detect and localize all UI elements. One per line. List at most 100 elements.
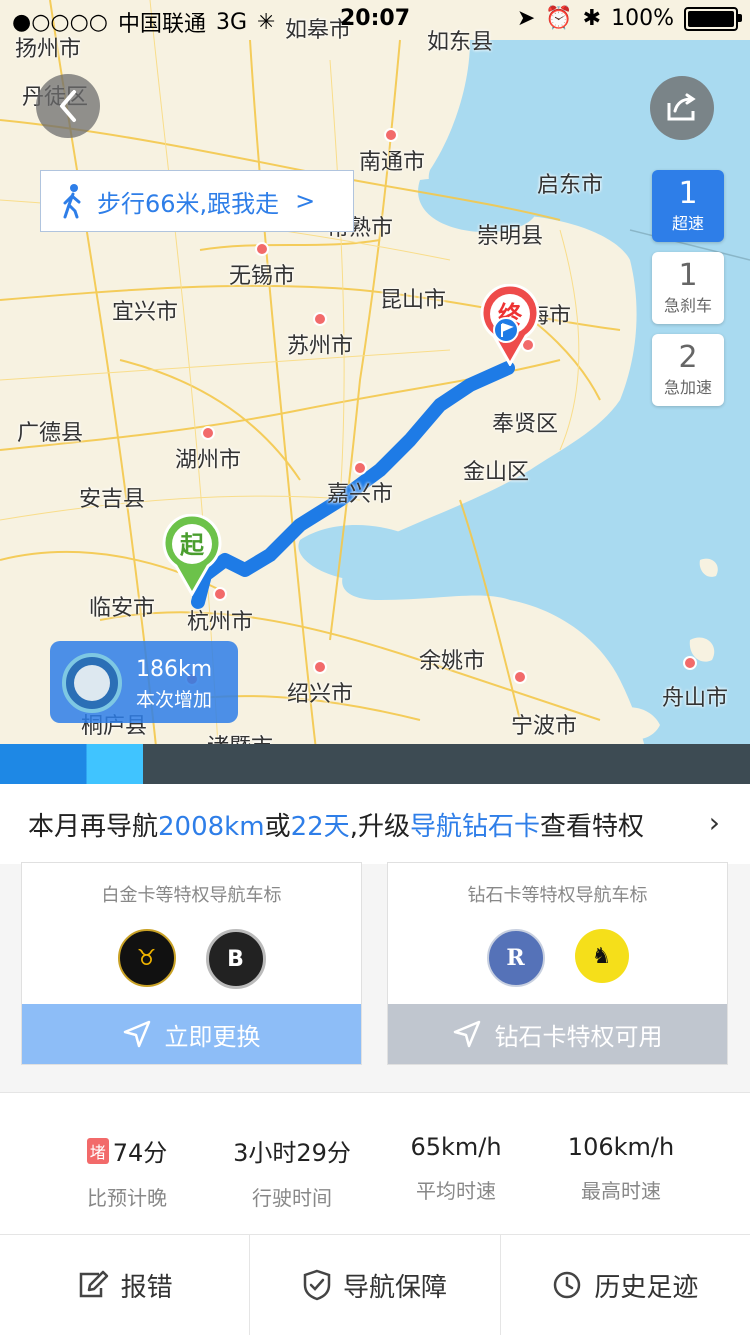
diamond-card: 钻石卡等特权导航车标 R ♞ 钻石卡特权可用	[387, 862, 728, 1065]
delay-value: 74分	[112, 1139, 168, 1167]
upgrade-suffix: 查看特权	[539, 812, 644, 842]
city-dot	[313, 312, 327, 326]
city-label: 南通市	[358, 150, 426, 175]
edit-icon	[79, 1270, 108, 1298]
city-label: 昆山市	[379, 288, 447, 313]
city-dot	[353, 461, 367, 475]
city-label: 启东市	[536, 173, 604, 198]
chevron-right-icon: ›	[708, 806, 720, 839]
bull-logo-icon[interactable]: ♉	[117, 929, 176, 987]
city-dot	[683, 656, 697, 670]
traffic-jam-badge: 堵	[86, 1138, 109, 1164]
bottom-action-bar: 报错 导航保障 历史足迹	[0, 1234, 750, 1335]
drive-time-value: 3小时29分	[233, 1139, 351, 1167]
avg-speed-value: 65km/h	[410, 1133, 502, 1161]
start-marker[interactable]: 起	[162, 514, 222, 596]
city-dot	[384, 128, 398, 142]
trip-stats: 堵 74分 比预计晚 3小时29分 行驶时间 65km/h 平均时速 106km/…	[0, 1092, 750, 1235]
report-error-label: 报错	[120, 1272, 173, 1303]
upgrade-middle: ,升级	[349, 812, 410, 842]
upgrade-days: 22天	[290, 812, 350, 842]
route-map[interactable]: 扬州市 如皋市 如东县 丹徒区 南通市 启东市 常熟市 崇明县 无锡市 宜兴市 …	[0, 0, 750, 784]
navigation-arrow-icon	[453, 1020, 480, 1048]
start-label: 起	[179, 531, 205, 559]
shield-icon	[303, 1269, 331, 1301]
report-error-button[interactable]: 报错	[0, 1235, 251, 1335]
max-speed-label: 最高时速	[581, 1179, 661, 1203]
hard-brake-label: 急刹车	[663, 296, 712, 315]
avg-speed-label: 平均时速	[416, 1179, 496, 1203]
overspeed-card[interactable]: 1 超速	[652, 170, 724, 242]
avg-speed-stat: 65km/h 平均时速	[371, 1133, 541, 1204]
clock-icon	[554, 1271, 581, 1299]
battery-icon	[684, 6, 742, 31]
change-now-button[interactable]: 立即更换	[22, 1004, 361, 1064]
walk-guide-text: 步行66米,跟我走	[97, 189, 280, 218]
hard-accel-card[interactable]: 2 急加速	[652, 334, 724, 406]
drive-time-label: 行驶时间	[252, 1186, 332, 1210]
platinum-card: 白金卡等特权导航车标 ♉ B 立即更换	[21, 862, 362, 1065]
hard-accel-count: 2	[678, 340, 698, 375]
chevron-left-icon	[60, 90, 76, 122]
upgrade-prefix: 本月再导航	[28, 812, 159, 842]
max-speed-stat: 106km/h 最高时速	[536, 1133, 706, 1204]
back-button[interactable]	[36, 74, 100, 138]
city-dot	[513, 670, 527, 684]
rr-logo-icon[interactable]: R	[486, 929, 545, 987]
city-dot	[255, 242, 269, 256]
status-bar: ●○○○○ 中国联通 3G ✳ 20:07 ➤ ⏰ ✱ 100%	[0, 0, 750, 40]
city-label: 舟山市	[661, 686, 729, 711]
city-label: 嘉兴市	[326, 482, 394, 507]
history-button[interactable]: 历史足迹	[501, 1235, 750, 1335]
nav-guarantee-label: 导航保障	[342, 1272, 447, 1303]
diamond-card-title: 钻石卡等特权导航车标	[467, 885, 648, 906]
upgrade-banner[interactable]: 本月再导航2008km或22天,升级导航钻石卡查看特权 ›	[0, 784, 750, 864]
upgrade-distance: 2008km	[158, 812, 265, 842]
city-label: 安吉县	[78, 487, 146, 512]
horse-logo-icon[interactable]: ♞	[574, 929, 629, 983]
city-label: 广德县	[16, 421, 84, 446]
diamond-privilege-label: 钻石卡特权可用	[494, 1022, 663, 1051]
nav-guarantee-button[interactable]: 导航保障	[250, 1235, 501, 1335]
delay-stat: 堵 74分 比预计晚	[42, 1133, 212, 1211]
upgrade-or: 或	[264, 812, 291, 842]
level-progress-bar	[0, 744, 750, 784]
city-label: 绍兴市	[286, 682, 354, 707]
hard-brake-count: 1	[678, 258, 698, 293]
diamond-privilege-button[interactable]: 钻石卡特权可用	[388, 1004, 727, 1064]
winged-b-logo-icon[interactable]: B	[205, 929, 266, 989]
walk-guide-banner[interactable]: 步行66米,跟我走 >	[40, 170, 354, 232]
location-icon: ➤	[516, 6, 536, 31]
distance-added-label: 本次增加	[136, 689, 213, 711]
overspeed-count: 1	[678, 176, 698, 211]
share-icon	[667, 93, 696, 121]
city-label: 临安市	[88, 596, 156, 621]
drive-time-stat: 3小时29分 行驶时间	[207, 1133, 377, 1211]
city-label: 余姚市	[418, 649, 486, 674]
battery-percent: 100%	[611, 6, 674, 31]
upgrade-text: 本月再导航2008km或22天,升级导航钻石卡查看特权	[28, 806, 644, 843]
share-button[interactable]	[650, 76, 714, 140]
hard-brake-card[interactable]: 1 急刹车	[652, 252, 724, 324]
medal-icon	[62, 653, 122, 713]
city-label: 杭州市	[186, 610, 254, 635]
city-dot	[313, 660, 327, 674]
city-label: 湖州市	[174, 448, 242, 473]
distance-badge[interactable]: 186km 本次增加	[50, 641, 238, 723]
history-label: 历史足迹	[594, 1272, 699, 1303]
car-logo-cards: 白金卡等特权导航车标 ♉ B 立即更换 钻石卡等特权导航车标 R ♞ 钻石卡特权…	[0, 862, 750, 1090]
city-label: 奉贤区	[491, 412, 559, 437]
city-label: 宁波市	[510, 714, 578, 739]
level-progress-fill	[0, 744, 143, 784]
platinum-card-title: 白金卡等特权导航车标	[101, 885, 282, 906]
end-marker[interactable]: 终	[478, 284, 542, 366]
walking-person-icon	[63, 184, 81, 219]
delay-label: 比预计晚	[87, 1186, 167, 1210]
max-speed-value: 106km/h	[567, 1133, 675, 1161]
overspeed-label: 超速	[671, 214, 704, 233]
chevron-right-icon: >	[295, 187, 316, 215]
city-label: 宜兴市	[111, 300, 179, 325]
bluetooth-icon: ✱	[582, 6, 602, 31]
navigation-arrow-icon	[123, 1020, 150, 1048]
city-label: 崇明县	[476, 224, 544, 249]
